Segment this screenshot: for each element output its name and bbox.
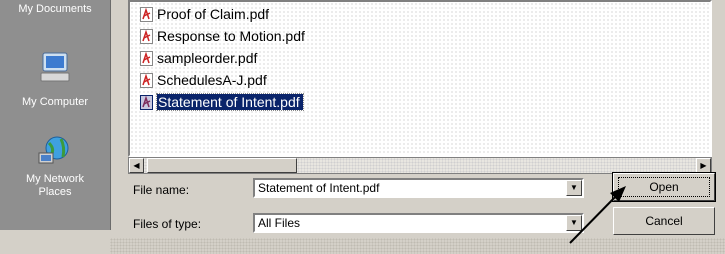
file-name-dropdown-button[interactable]: ▼	[566, 180, 582, 196]
file-list[interactable]: Proof of Claim.pdf Response to Motion.pd…	[128, 0, 712, 157]
pdf-file-icon	[140, 6, 153, 22]
scroll-thumb[interactable]	[147, 158, 297, 173]
arrow-left-icon: ◀	[133, 161, 140, 170]
file-name: SchedulesA-J.pdf	[157, 72, 267, 88]
file-item[interactable]: Proof of Claim.pdf	[140, 4, 269, 24]
chevron-down-icon: ▼	[570, 183, 578, 192]
file-name-combo[interactable]: Statement of Intent.pdf ▼	[253, 178, 584, 198]
place-my-documents[interactable]: My Documents	[4, 0, 106, 16]
file-name: Response to Motion.pdf	[157, 28, 305, 44]
network-globe-icon	[38, 136, 69, 164]
scroll-right-button[interactable]: ▶	[696, 158, 711, 173]
place-my-network-places[interactable]: My Network Places	[4, 133, 106, 199]
scroll-left-button[interactable]: ◀	[129, 158, 144, 173]
place-label-my-documents: My Documents	[18, 3, 92, 15]
files-of-type-value: All Files	[258, 216, 301, 230]
place-my-computer[interactable]: My Computer	[4, 50, 106, 109]
file-item[interactable]: SchedulesA-J.pdf	[140, 70, 267, 90]
pdf-file-icon	[140, 94, 153, 110]
file-name-label: File name:	[133, 183, 190, 197]
cancel-button-label: Cancel	[645, 214, 683, 228]
file-name: Statement of Intent.pdf	[156, 93, 304, 111]
file-item[interactable]: Response to Motion.pdf	[140, 26, 305, 46]
files-of-type-dropdown-button[interactable]: ▼	[566, 215, 582, 231]
computer-icon	[40, 52, 70, 82]
files-of-type-label: Files of type:	[133, 217, 202, 231]
pdf-file-icon	[140, 50, 153, 66]
file-name: Proof of Claim.pdf	[157, 6, 270, 22]
bottom-strip	[110, 238, 725, 254]
chevron-down-icon: ▼	[570, 218, 578, 227]
files-of-type-select[interactable]: All Files ▼	[253, 213, 584, 233]
place-label-my-computer: My Computer	[21, 96, 89, 108]
open-button[interactable]: Open	[612, 172, 716, 202]
file-name: sampleorder.pdf	[157, 50, 258, 66]
arrow-right-icon: ▶	[700, 161, 707, 170]
place-label-network-2: Places	[38, 186, 72, 198]
horizontal-scrollbar[interactable]: ◀ ▶	[128, 157, 712, 174]
pdf-file-icon	[140, 28, 153, 44]
file-name-value: Statement of Intent.pdf	[258, 181, 380, 195]
file-item-selected[interactable]: Statement of Intent.pdf	[140, 92, 304, 112]
focus-rectangle	[618, 177, 710, 197]
pdf-file-icon	[140, 72, 153, 88]
file-item[interactable]: sampleorder.pdf	[140, 48, 257, 68]
places-bar: My Documents My Computer My Network Plac…	[0, 0, 111, 230]
place-label-network-1: My Network	[25, 173, 85, 185]
cancel-button[interactable]: Cancel	[613, 207, 715, 235]
